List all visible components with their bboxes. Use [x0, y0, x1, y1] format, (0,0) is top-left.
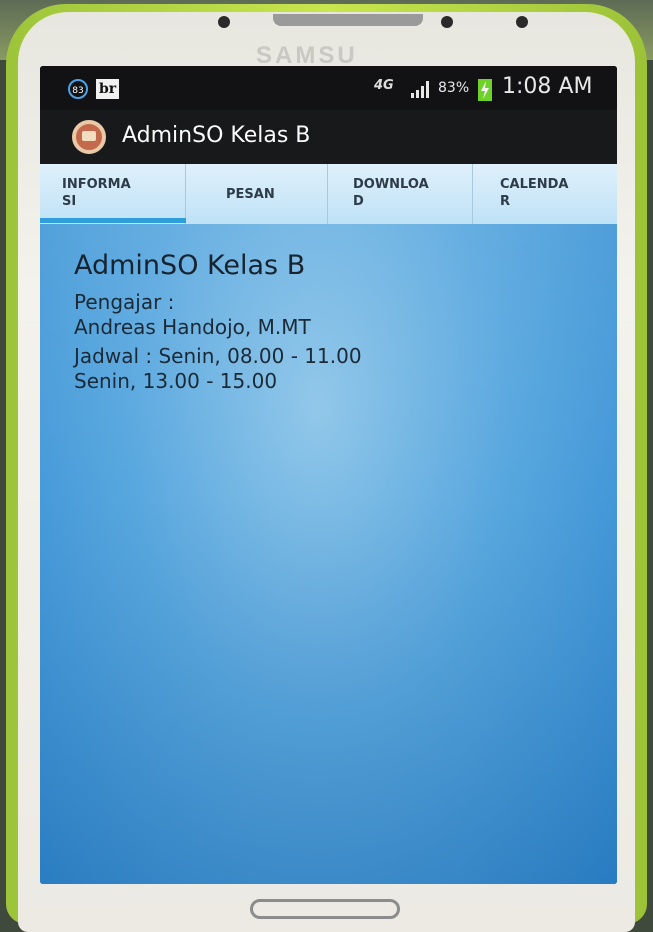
network-type-indicator: 4G: [374, 78, 394, 93]
book-icon[interactable]: [72, 120, 106, 154]
pengajar-label: Pengajar :: [74, 290, 175, 314]
tab-label: CALENDA: [500, 177, 569, 192]
tab-label: INFORMA: [62, 177, 131, 192]
battery-percent: 83%: [438, 80, 470, 96]
class-title: AdminSO Kelas B: [74, 250, 306, 281]
clock: 1:08 AM: [502, 74, 593, 99]
jadwal-line-2: Senin, 13.00 - 15.00: [74, 369, 278, 393]
status-bar: 83 br 4G 83% 1:08 AM: [40, 66, 617, 110]
tab-label: DOWNLOA: [353, 177, 429, 192]
battery-charging-icon: [478, 79, 492, 101]
tab-label: D: [353, 194, 364, 209]
sensor-icon: [516, 16, 528, 28]
content-panel: AdminSO Kelas B Pengajar : Andreas Hando…: [40, 224, 617, 884]
front-camera-icon: [218, 16, 230, 28]
home-button[interactable]: [250, 899, 400, 919]
sensor-icon: [441, 16, 453, 28]
tab-download[interactable]: DOWNLOA D: [328, 164, 473, 224]
screen: 83 br 4G 83% 1:08 AM AdminSO Kelas B INF…: [40, 66, 617, 884]
signal-icon: [411, 81, 429, 98]
notification-app-icon: br: [96, 79, 120, 99]
tab-calendar[interactable]: CALENDA R: [473, 164, 617, 224]
action-bar: AdminSO Kelas B: [40, 110, 617, 164]
tab-label: PESAN: [226, 187, 275, 202]
tab-informasi[interactable]: INFORMA SI: [40, 164, 186, 224]
selected-tab-indicator: [40, 218, 186, 223]
pengajar-name: Andreas Handojo, M.MT: [74, 315, 311, 339]
tab-bar: INFORMA SI PESAN DOWNLOA D CALENDA R: [40, 164, 617, 224]
app-title: AdminSO Kelas B: [122, 123, 311, 148]
earpiece-speaker: [273, 14, 423, 26]
notification-count-badge: 83: [68, 79, 88, 99]
tab-pesan[interactable]: PESAN: [186, 164, 328, 224]
tab-label: SI: [62, 194, 77, 209]
lightning-icon: [481, 81, 489, 99]
tab-label: R: [500, 194, 511, 209]
jadwal-line-1: Jadwal : Senin, 08.00 - 11.00: [74, 344, 362, 368]
